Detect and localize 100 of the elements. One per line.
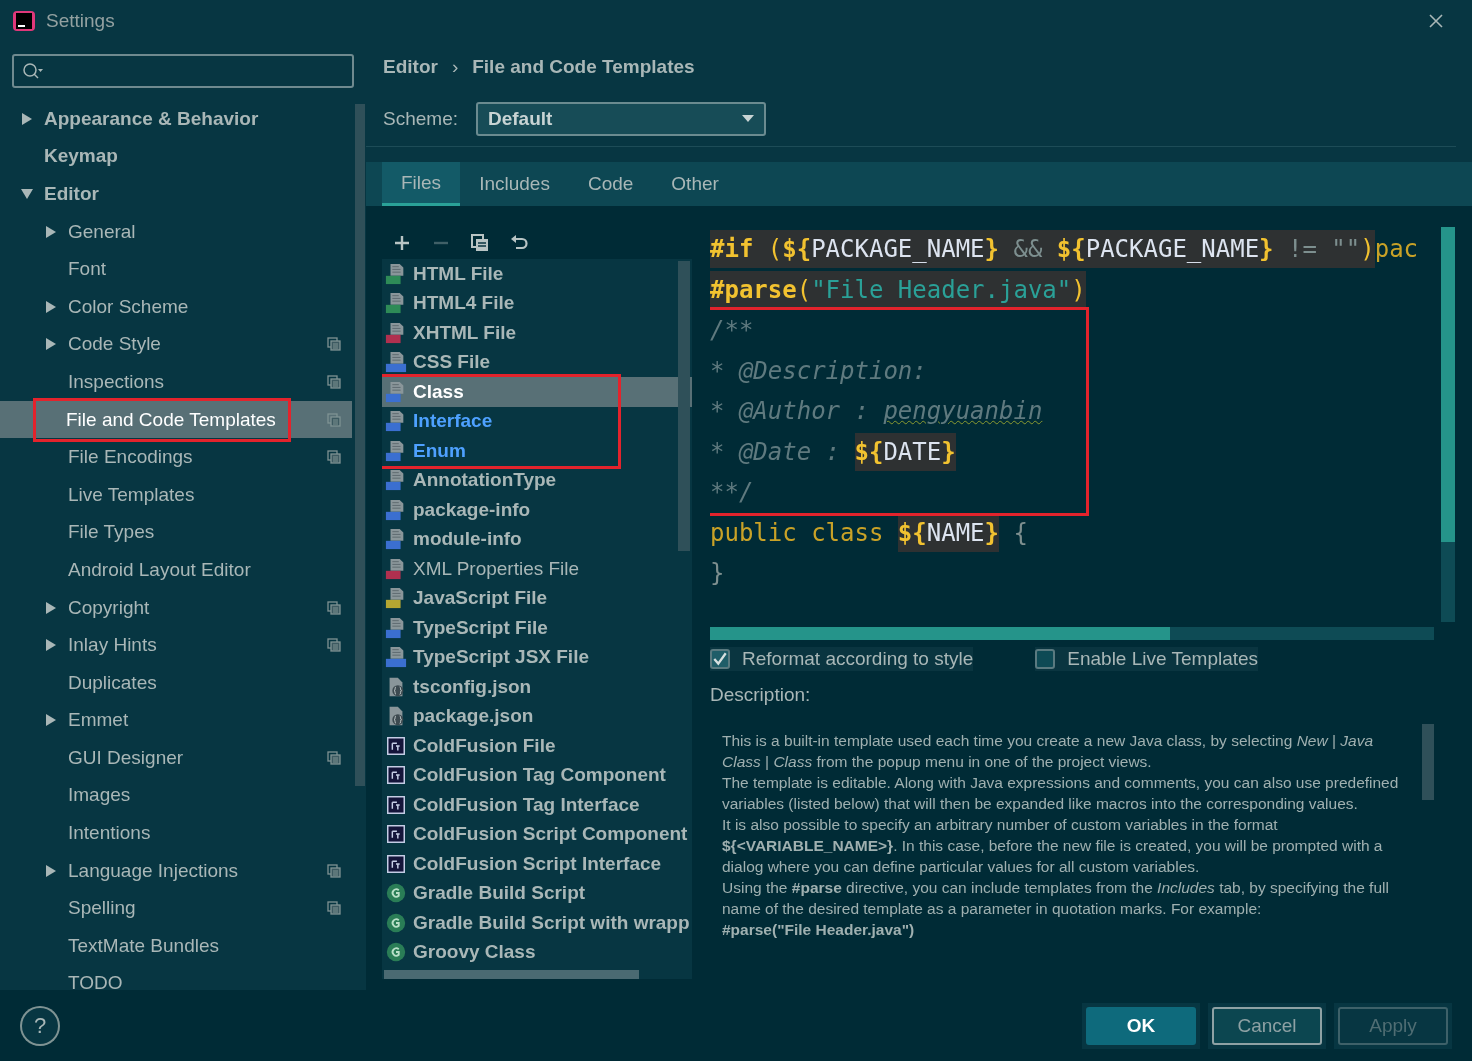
tree-item[interactable]: Emmet	[0, 701, 352, 740]
code-line: #if (${PACKAGE_NAME} && ${PACKAGE_NAME} != "")pac	[710, 229, 1419, 270]
template-item[interactable]: Enum	[382, 436, 618, 466]
tab[interactable]: Code	[568, 162, 653, 206]
code-line: }	[710, 558, 725, 590]
search-field[interactable]	[12, 54, 354, 88]
template-item[interactable]: XHTML File	[382, 318, 692, 348]
template-item[interactable]: module-info	[382, 524, 692, 554]
template-item[interactable]: package-info	[382, 495, 692, 525]
template-item[interactable]: tsconfig.json	[382, 672, 692, 702]
template-item[interactable]: AnnotationType	[382, 465, 692, 495]
tree-item-label: Images	[68, 784, 131, 807]
tree-item-label: TODO	[68, 972, 123, 990]
window-title: Settings	[46, 10, 115, 32]
tree-item[interactable]: Spelling	[0, 889, 352, 928]
tree-item[interactable]: File Types	[0, 513, 352, 552]
tree-item[interactable]: Font	[0, 250, 352, 288]
code-editor[interactable]: #if (${PACKAGE_NAME} && ${PACKAGE_NAME} != "")pac #parse("File Header.java") /** * @Description: * @Author : pengyuanbin * @Date : ${DATE} **/ public class ${NAME} { }	[710, 227, 1439, 622]
template-item[interactable]: ColdFusion Script Interface	[382, 849, 692, 879]
tree-item[interactable]: Android Layout Editor	[0, 551, 352, 589]
tree-item[interactable]: Language Injections	[0, 851, 352, 890]
tree-item[interactable]: Intentions	[0, 814, 352, 852]
tree-item-label: Live Templates	[68, 483, 195, 506]
tab[interactable]: Files	[382, 162, 461, 206]
tree-item[interactable]: Keymap	[0, 137, 352, 176]
scrollbar[interactable]	[355, 104, 365, 786]
template-item[interactable]: ColdFusion Tag Interface	[382, 790, 692, 820]
code-line: * @Date : ${DATE}	[710, 431, 956, 472]
template-item[interactable]: CSS File	[382, 347, 692, 377]
tree-item[interactable]: Copyright	[0, 588, 352, 627]
cf-file-icon	[385, 734, 407, 757]
tab[interactable]: Includes	[460, 162, 569, 206]
scrollbar[interactable]	[1441, 227, 1455, 622]
description-paragraph: Using the #parse directive, you can include templates from the Includes tab, by specifying the full name of the desired template as a parameter in quotation marks. For example:	[722, 878, 1390, 919]
tree-item-label: File Encodings	[68, 446, 193, 469]
scrollbar[interactable]	[1422, 724, 1434, 800]
template-item[interactable]: Class	[382, 377, 692, 407]
help-button[interactable]: ?	[20, 1005, 60, 1046]
tree-item-label: Emmet	[68, 709, 129, 732]
code-line: #parse("File Header.java")	[710, 269, 1086, 310]
checkbox[interactable]	[710, 649, 730, 669]
dialog-button[interactable]: OK	[1086, 1006, 1196, 1045]
tree-item[interactable]: GUI Designer	[0, 739, 352, 777]
tree-item[interactable]: Live Templates	[0, 475, 352, 514]
tree-item[interactable]: Appearance & Behavior	[0, 100, 352, 138]
tree-item[interactable]: File and Code Templates	[0, 400, 352, 439]
breadcrumb-item[interactable]: Editor	[383, 56, 438, 78]
template-item[interactable]: ColdFusion Tag Component	[382, 760, 692, 790]
tree-item[interactable]: TODO	[0, 964, 352, 990]
tree-item-label: General	[68, 220, 136, 243]
copy-icon[interactable]	[470, 233, 490, 253]
template-item[interactable]: Groovy Class	[382, 937, 692, 967]
tree-item-label: Inspections	[68, 370, 165, 393]
template-item[interactable]: XML Properties File	[382, 554, 692, 584]
template-item[interactable]: TypeScript JSX File	[382, 642, 692, 672]
tree-item[interactable]: General	[0, 212, 352, 251]
template-item[interactable]: ColdFusion Script Component	[382, 819, 692, 849]
tree-item[interactable]: File Encodings	[0, 438, 352, 476]
tree-item-label: Android Layout Editor	[68, 558, 251, 581]
code-line: public class ${NAME} {	[710, 512, 1028, 553]
gradle-icon	[385, 882, 407, 905]
close-icon[interactable]	[1428, 13, 1444, 29]
template-item[interactable]: JavaScript File	[382, 583, 692, 613]
dialog-button[interactable]: Cancel	[1212, 1006, 1322, 1045]
app-logo-icon	[12, 9, 36, 33]
scheme-dropdown[interactable]: Default	[476, 102, 766, 136]
template-item[interactable]: TypeScript File	[382, 613, 692, 643]
checkbox[interactable]	[1035, 649, 1056, 669]
description-label: Description:	[710, 683, 812, 707]
tree-item[interactable]: Color Scheme	[0, 287, 352, 326]
file-icon	[385, 351, 407, 374]
tree-item[interactable]: Inlay Hints	[0, 626, 352, 664]
tree-item-label: Intentions	[68, 822, 151, 845]
scrollbar[interactable]	[384, 970, 639, 979]
scheme-label: Scheme:	[383, 108, 458, 130]
tab[interactable]: Other	[652, 162, 738, 206]
tree-item-label: File Types	[68, 521, 155, 544]
tree-item-label: Code Style	[68, 333, 161, 356]
tree-item[interactable]: Code Style	[0, 325, 352, 364]
template-item[interactable]: Gradle Build Script	[382, 878, 692, 908]
tree-item-label: Editor	[44, 183, 99, 205]
tree-item[interactable]: TextMate Bundles	[0, 927, 352, 965]
template-item[interactable]: Interface	[382, 406, 618, 436]
breadcrumb-separator: ›	[451, 56, 459, 78]
breadcrumb-item[interactable]: File and Code Templates	[472, 56, 695, 78]
scrollbar[interactable]	[678, 261, 690, 551]
tree-item[interactable]: Inspections	[0, 363, 352, 401]
template-item[interactable]: ColdFusion File	[382, 731, 692, 761]
tree-item[interactable]: Images	[0, 776, 352, 815]
add-icon[interactable]	[392, 233, 412, 253]
template-item[interactable]: Gradle Build Script with wrapp	[382, 908, 692, 938]
scrollbar[interactable]	[710, 627, 1434, 640]
tree-item-label: Duplicates	[68, 671, 157, 694]
template-item[interactable]: HTML4 File	[382, 288, 692, 318]
description-paragraph: This is a built-in template used each time you create a new Java class, by selecting New | Java Class | Class from the popup menu in one of the project views.	[722, 731, 1375, 772]
template-item[interactable]: package.json	[382, 701, 692, 731]
description-paragraph: It is also possible to specify an arbitrary number of custom variables in the format ${<VARIABLE_NAME>}. In this case, before the new file is created, you will be prompted with a dialog where you can define particular values for all custom variables.	[722, 815, 1384, 877]
tree-item[interactable]: Editor	[0, 175, 352, 213]
template-item[interactable]: HTML File	[382, 259, 692, 289]
tree-item[interactable]: Duplicates	[0, 663, 352, 702]
